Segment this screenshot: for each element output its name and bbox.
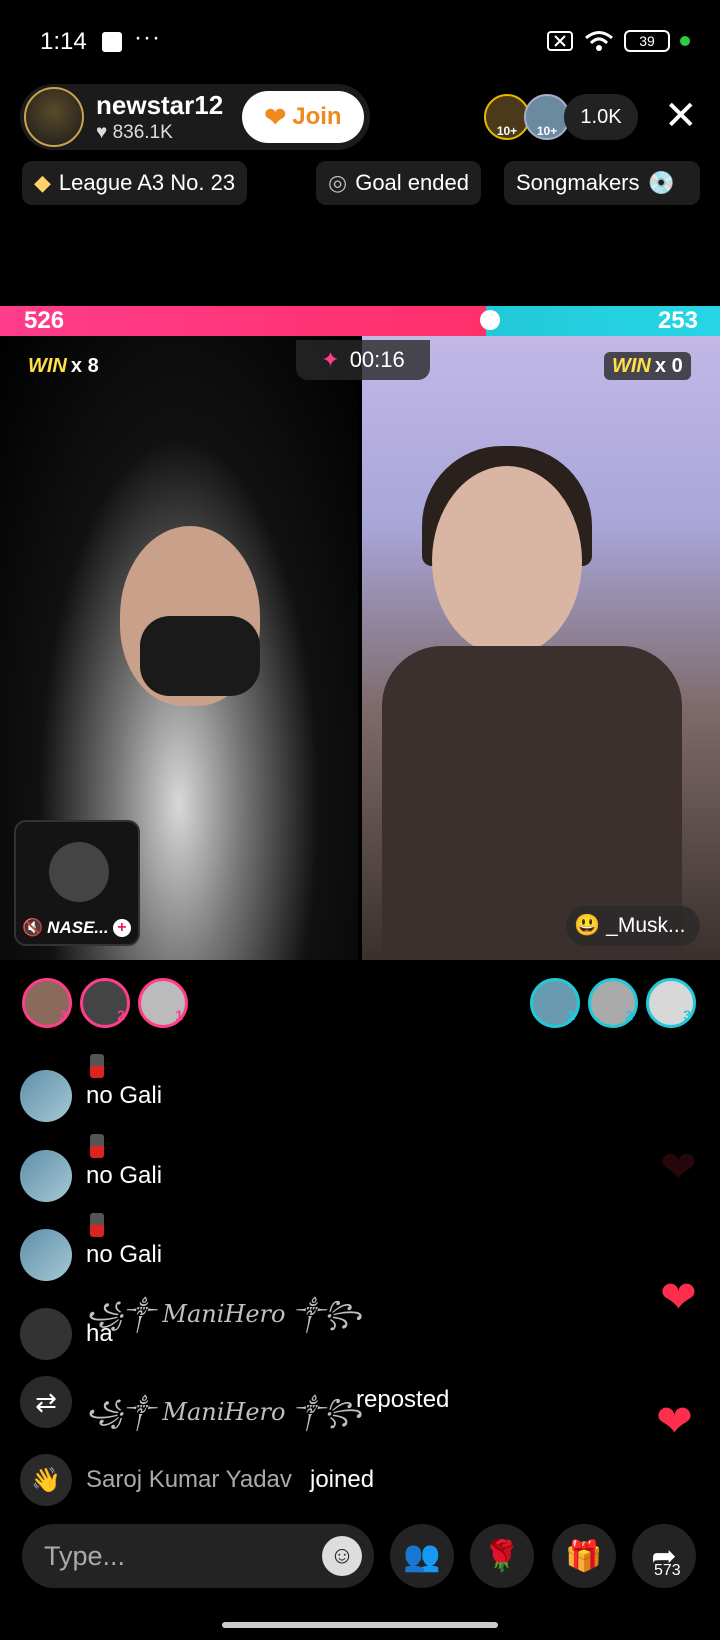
fan-heart-icon: ❤: [264, 101, 287, 132]
host-avatar[interactable]: [24, 87, 84, 147]
face-mask: [140, 616, 260, 696]
gift-icon: 🎁: [565, 1539, 603, 1573]
left-gifter-avatar[interactable]: 2: [80, 978, 130, 1028]
guest-card[interactable]: 🔇 NASE... +: [14, 820, 140, 946]
join-button[interactable]: ❤ Join: [242, 91, 364, 143]
chat-text: reposted: [356, 1386, 450, 1413]
host-likes: ♥ 836.1K: [96, 122, 173, 144]
left-gifter-avatar[interactable]: 1: [138, 978, 188, 1028]
battle-timer: ✦ 00:16: [296, 340, 430, 380]
no-sim-icon: [547, 31, 573, 51]
heart-icon: ❤: [656, 1397, 693, 1446]
rose-gift-button[interactable]: 🌹: [470, 1524, 534, 1588]
chat-text: joined: [310, 1466, 375, 1493]
multi-guest-icon: 👥: [403, 1539, 441, 1573]
left-score-fill: [0, 306, 486, 336]
host-info[interactable]: newstar12 ♥ 836.1K ❤ Join: [20, 84, 370, 150]
heart-icon: ♥: [96, 122, 108, 143]
chat-text: no Gali: [86, 1162, 163, 1189]
follow-plus-icon[interactable]: +: [112, 919, 131, 937]
smiley-icon: 😃: [574, 914, 601, 937]
right-gifter-avatar[interactable]: 3: [646, 978, 696, 1028]
goal-label: Goal ended: [355, 170, 469, 195]
multi-guest-button[interactable]: 👥: [390, 1524, 454, 1588]
heart-icon: ❤: [660, 1273, 697, 1322]
opponent-face: [432, 466, 582, 656]
wifi-icon: [585, 31, 613, 51]
more-notifications-icon: ···: [134, 24, 161, 51]
heart-icon: ❤: [660, 1143, 697, 1192]
opponent-name: _Musk...: [606, 914, 686, 937]
emoji-icon[interactable]: ☺: [322, 1536, 362, 1576]
share-count: 573: [654, 1562, 681, 1579]
chat-text: no Gali: [86, 1082, 163, 1109]
diamond-icon: ◆: [34, 170, 51, 195]
low-battery-icon: [90, 1054, 104, 1078]
wave-icon: 👋: [20, 1454, 72, 1506]
right-win-word: WIN: [612, 354, 651, 377]
guest-avatar: [49, 842, 109, 902]
right-gifter-avatar[interactable]: 2: [588, 978, 638, 1028]
privacy-indicator: [680, 36, 690, 46]
left-win-count: x 8: [70, 354, 99, 377]
comment-input[interactable]: Type... ☺: [22, 1524, 374, 1588]
songmakers-chip[interactable]: Songmakers 💿: [504, 161, 700, 205]
right-win-badge: WIN x 0: [604, 352, 691, 380]
home-indicator[interactable]: [222, 1622, 498, 1628]
guest-name-row: 🔇 NASE... +: [22, 918, 131, 938]
join-label: Join: [292, 103, 342, 130]
low-battery-icon: [90, 1134, 104, 1158]
joined-username[interactable]: Saroj Kumar Yadav: [86, 1466, 292, 1494]
status-time: 1:14: [40, 28, 87, 55]
right-score: 253: [657, 307, 698, 334]
left-score: 526: [24, 307, 65, 334]
battery-icon: 39: [624, 30, 670, 52]
host-likes-count: 836.1K: [112, 122, 173, 143]
chat-text: no Gali: [86, 1241, 163, 1268]
left-gifter-avatar[interactable]: 3: [22, 978, 72, 1028]
close-icon[interactable]: ✕: [664, 96, 698, 136]
notification-icon: [102, 32, 122, 52]
target-icon: ◎: [328, 170, 348, 195]
left-win-badge: WIN x 8: [20, 352, 107, 380]
opponent-video[interactable]: [362, 336, 720, 960]
right-gifter-avatar[interactable]: 1: [530, 978, 580, 1028]
left-win-word: WIN: [28, 354, 67, 377]
timer-text: 00:16: [349, 347, 405, 372]
disc-icon: 💿: [647, 170, 675, 195]
low-battery-icon: [90, 1213, 104, 1237]
gift-button[interactable]: 🎁: [552, 1524, 616, 1588]
songmakers-label: Songmakers: [516, 170, 640, 195]
status-icons: 39: [546, 30, 690, 52]
score-marker-icon: [480, 310, 500, 330]
chat-text: ha: [86, 1320, 113, 1347]
chat-avatar[interactable]: [20, 1229, 72, 1281]
guest-name: NASE...: [47, 918, 109, 937]
comment-placeholder: Type...: [44, 1541, 126, 1571]
rose-gift-icon: 🌹: [483, 1539, 521, 1573]
chat-username[interactable]: ꧁༒ ManiHero ༒꧂: [86, 1288, 362, 1355]
chat-username[interactable]: ꧁༒ ManiHero ༒꧂: [86, 1386, 362, 1453]
chat-avatar[interactable]: [20, 1070, 72, 1122]
opponent-name-pill[interactable]: 😃 _Musk...: [566, 906, 700, 946]
league-label: League A3 No. 23: [58, 170, 236, 195]
repost-icon: ⇄: [20, 1376, 72, 1428]
goal-chip[interactable]: ◎ Goal ended: [316, 161, 481, 205]
status-bar: 1:14 ··· 39: [0, 0, 720, 84]
viewer-count[interactable]: 1.0K: [564, 94, 638, 140]
battle-icon: ✦: [321, 347, 340, 372]
league-chip[interactable]: ◆ League A3 No. 23: [22, 161, 248, 205]
chat-avatar[interactable]: [20, 1150, 72, 1202]
chat-avatar[interactable]: [20, 1308, 72, 1360]
battle-score-bar: [0, 306, 720, 336]
mute-icon: 🔇: [22, 918, 44, 937]
host-name: newstar12: [96, 90, 224, 120]
right-win-count: x 0: [654, 354, 683, 377]
